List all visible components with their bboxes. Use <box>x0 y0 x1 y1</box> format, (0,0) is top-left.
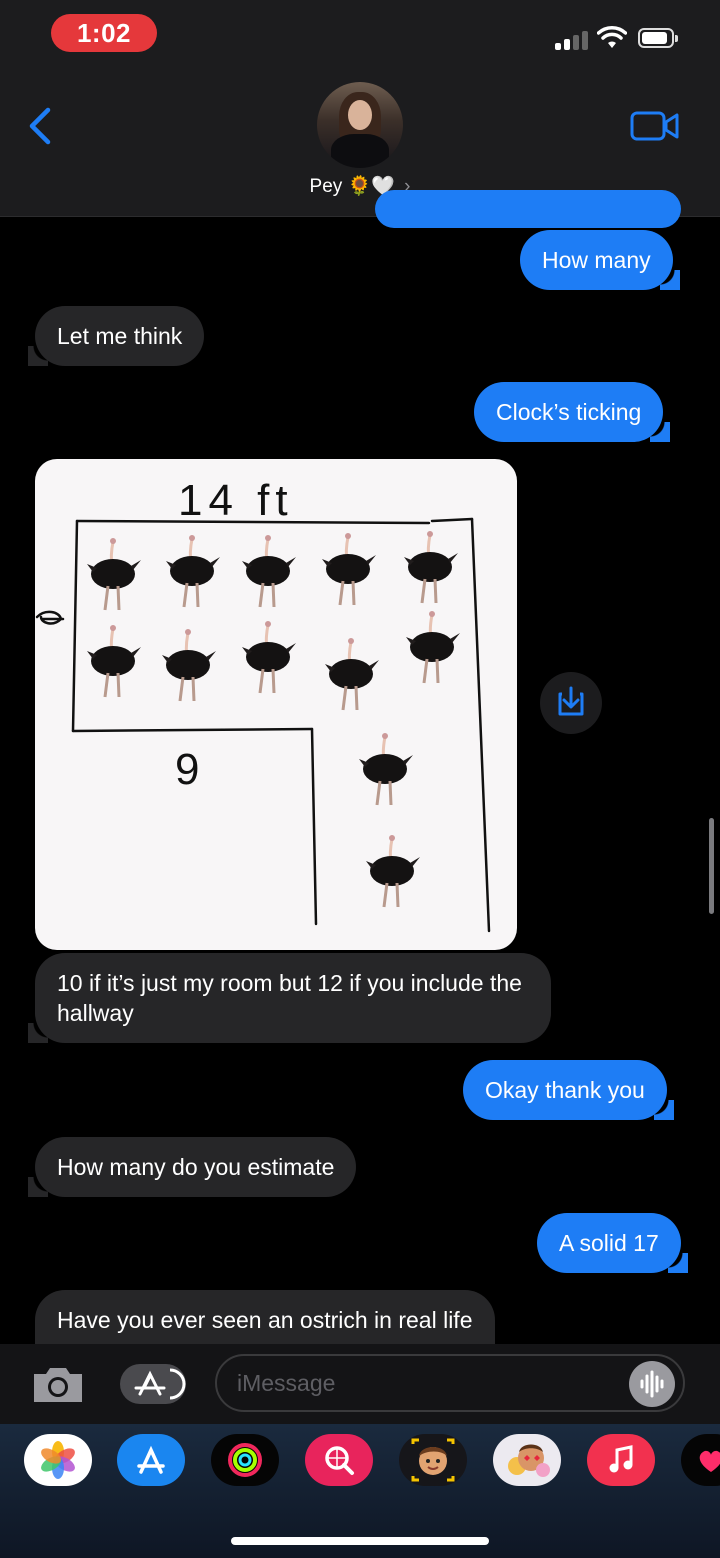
message-received[interactable]: Let me think <box>27 306 205 366</box>
save-image-button[interactable] <box>540 672 602 734</box>
contact-name: Pey <box>309 176 343 197</box>
previous-message-partial <box>375 190 681 228</box>
message-text: How many do you estimate <box>57 1154 335 1180</box>
message-text: How many <box>542 247 651 273</box>
memoji-app-button[interactable] <box>399 1434 467 1486</box>
status-bar: 1:02 <box>0 0 720 70</box>
facetime-video-icon[interactable] <box>630 110 680 142</box>
memoji-icon <box>411 1438 455 1482</box>
music-icon <box>609 1445 633 1473</box>
activity-app-button[interactable] <box>211 1434 279 1486</box>
message-sent[interactable]: Clock’s ticking <box>474 382 671 442</box>
digital-touch-app-button[interactable] <box>681 1434 720 1486</box>
drawing-label-top: 14 ft <box>178 476 294 525</box>
home-indicator[interactable] <box>231 1537 489 1545</box>
message-sent[interactable]: A solid 17 <box>537 1213 688 1273</box>
music-app-button[interactable] <box>587 1434 655 1486</box>
camera-icon[interactable] <box>30 1362 86 1406</box>
message-composer <box>0 1344 720 1424</box>
ostrich-figures <box>85 529 462 909</box>
memoji-stickers-app-button[interactable] <box>493 1434 561 1486</box>
photos-icon <box>41 1441 75 1479</box>
scroll-indicator[interactable] <box>709 818 714 914</box>
imessage-input[interactable] <box>215 1354 685 1412</box>
audio-message-button[interactable] <box>629 1361 675 1407</box>
back-chevron-icon[interactable] <box>26 106 56 146</box>
app-store-app-button[interactable] <box>117 1434 185 1486</box>
message-text: Have you ever seen an ostrich in real li… <box>57 1307 473 1333</box>
message-sent[interactable]: Okay thank you <box>463 1060 674 1120</box>
message-text: Okay thank you <box>485 1077 645 1103</box>
status-time[interactable]: 1:02 <box>51 14 157 52</box>
activity-icon <box>228 1443 262 1477</box>
message-received[interactable]: 10 if it’s just my room but 12 if you in… <box>28 953 551 1043</box>
images-search-app-button[interactable] <box>305 1434 373 1486</box>
message-text: Let me think <box>57 323 183 349</box>
wifi-icon <box>597 26 627 48</box>
photos-app-button[interactable] <box>24 1434 92 1486</box>
app-drawer-button[interactable] <box>120 1364 186 1404</box>
message-sent[interactable]: How many <box>520 230 680 290</box>
message-received[interactable]: How many do you estimate <box>27 1137 357 1197</box>
waveform-icon <box>640 1370 664 1398</box>
contact-avatar[interactable] <box>317 82 403 168</box>
app-store-icon <box>134 1368 186 1400</box>
app-store-icon <box>137 1445 165 1474</box>
image-attachment[interactable]: 14 ft 6 9 <box>35 459 517 950</box>
memoji-stickers-icon <box>508 1444 550 1477</box>
message-text: A solid 17 <box>559 1230 659 1256</box>
message-received[interactable]: Have you ever seen an ostrich in real li… <box>35 1290 495 1350</box>
message-text: 10 if it’s just my room but 12 if you in… <box>57 970 522 1026</box>
digital-touch-icon <box>699 1450 720 1472</box>
battery-icon <box>638 28 678 48</box>
drawing-label-middle: 9 <box>175 745 199 794</box>
search-images-icon <box>325 1446 354 1475</box>
room-drawing: 14 ft 6 9 <box>35 476 491 933</box>
cellular-signal-icon <box>555 30 589 50</box>
message-text: Clock’s ticking <box>496 399 642 425</box>
download-icon <box>558 686 584 716</box>
